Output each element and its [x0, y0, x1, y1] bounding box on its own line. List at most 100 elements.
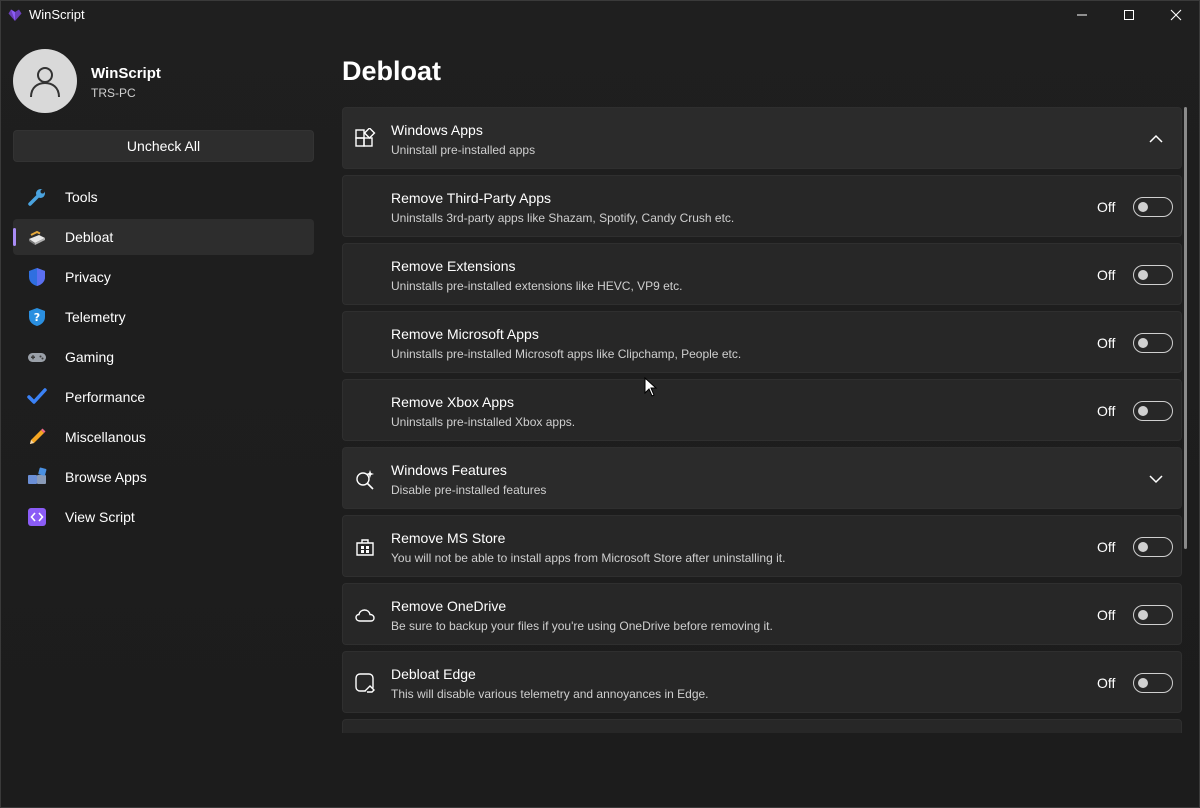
- toggle-state-label: Off: [1097, 267, 1116, 283]
- next-row-partial: [342, 719, 1182, 733]
- sidebar-item-label: Miscellanous: [65, 429, 146, 445]
- cloud-icon: [355, 609, 375, 622]
- toggle-knob: [1138, 338, 1148, 348]
- card-desc: Be sure to backup your files if you're u…: [391, 619, 773, 633]
- sidebar-item-label: Browse Apps: [65, 469, 147, 485]
- toggle-state-label: Off: [1097, 335, 1116, 351]
- svg-text:?: ?: [34, 311, 40, 324]
- remove-xbox-apps-toggle[interactable]: [1133, 401, 1173, 421]
- mouse-cursor-icon: [644, 377, 658, 397]
- user-icon: [30, 67, 60, 98]
- card-desc: Uninstalls 3rd-party apps like Shazam, S…: [391, 211, 735, 225]
- card-title: Remove Third-Party Apps: [391, 190, 552, 206]
- card-desc: This will disable various telemetry and …: [391, 687, 709, 701]
- chevron-down-icon[interactable]: [1148, 471, 1164, 487]
- sidebar-item-debloat[interactable]: Debloat: [13, 219, 314, 255]
- sidebar-item-label: Tools: [65, 189, 98, 205]
- card-desc: You will not be able to install apps fro…: [391, 551, 786, 565]
- card-desc: Uninstall pre-installed apps: [391, 143, 536, 157]
- close-button[interactable]: [1153, 1, 1199, 29]
- card-title: Windows Features: [391, 462, 507, 478]
- page-title: Debloat: [342, 56, 442, 86]
- user-name: WinScript: [91, 65, 161, 82]
- apps-grid-icon: [355, 128, 376, 147]
- remove-xbox-apps-row: Remove Xbox Apps Uninstalls pre-installe…: [342, 379, 1182, 441]
- card-desc: Uninstalls pre-installed Xbox apps.: [391, 415, 576, 429]
- broom-icon: [29, 230, 45, 245]
- minimize-icon: [1077, 14, 1087, 16]
- toggle-state-label: Off: [1097, 675, 1116, 691]
- card-desc: Disable pre-installed features: [391, 483, 547, 497]
- sparkle-search-icon: [356, 470, 374, 490]
- shield-question-icon: ?: [29, 308, 45, 326]
- settings-list[interactable]: Windows Apps Uninstall pre-installed app…: [342, 107, 1182, 733]
- remove-ms-store-toggle[interactable]: [1133, 537, 1173, 557]
- toggle-knob: [1138, 542, 1148, 552]
- window-title: WinScript: [29, 7, 85, 22]
- toggle-knob: [1138, 202, 1148, 212]
- sidebar-item-label: Telemetry: [65, 309, 126, 325]
- shield-icon: [29, 268, 45, 286]
- sidebar-item-view-script[interactable]: View Script: [13, 499, 314, 535]
- remove-onedrive-row: Remove OneDrive Be sure to backup your f…: [342, 583, 1182, 645]
- toggle-knob: [1138, 678, 1148, 688]
- edge-eraser-icon: [355, 673, 375, 693]
- pencil-icon: [30, 428, 46, 444]
- remove-third-party-apps-row: Remove Third-Party Apps Uninstalls 3rd-p…: [342, 175, 1182, 237]
- card-title: Remove Microsoft Apps: [391, 326, 539, 342]
- remove-onedrive-toggle[interactable]: [1133, 605, 1173, 625]
- remove-ms-store-row: Remove MS Store You will not be able to …: [342, 515, 1182, 577]
- remove-extensions-row: Remove Extensions Uninstalls pre-install…: [342, 243, 1182, 305]
- toggle-state-label: Off: [1097, 403, 1116, 419]
- remove-extensions-toggle[interactable]: [1133, 265, 1173, 285]
- scrollbar[interactable]: [1184, 107, 1187, 549]
- debloat-edge-row: Debloat Edge This will disable various t…: [342, 651, 1182, 713]
- sidebar-item-privacy[interactable]: Privacy: [13, 259, 314, 295]
- toggle-knob: [1138, 406, 1148, 416]
- host-name: TRS-PC: [91, 86, 136, 100]
- gamepad-icon: [28, 353, 46, 362]
- store-icon: [356, 539, 374, 556]
- title-bar[interactable]: WinScript: [1, 1, 1199, 29]
- sidebar-item-tools[interactable]: Tools: [13, 179, 314, 215]
- toggle-state-label: Off: [1097, 539, 1116, 555]
- code-icon: [28, 508, 46, 526]
- sidebar-item-label: Debloat: [65, 229, 114, 245]
- toggle-state-label: Off: [1097, 199, 1116, 215]
- card-title: Windows Apps: [391, 122, 483, 138]
- chevron-up-icon[interactable]: [1148, 131, 1164, 147]
- toggle-knob: [1138, 610, 1148, 620]
- card-title: Remove Extensions: [391, 258, 516, 274]
- close-icon: [1170, 9, 1182, 21]
- sidebar-item-miscellanous[interactable]: Miscellanous: [13, 419, 314, 455]
- sidebar-item-label: View Script: [65, 509, 135, 525]
- remove-microsoft-apps-toggle[interactable]: [1133, 333, 1173, 353]
- windows-features-expander[interactable]: Windows Features Disable pre-installed f…: [342, 447, 1182, 509]
- maximize-button[interactable]: [1106, 1, 1152, 29]
- checkmark-icon: [27, 388, 47, 404]
- minimize-button[interactable]: [1059, 1, 1105, 29]
- card-title: Debloat Edge: [391, 666, 476, 682]
- avatar: [13, 49, 77, 113]
- toggle-knob: [1138, 270, 1148, 280]
- toggle-state-label: Off: [1097, 607, 1116, 623]
- card-desc: Uninstalls pre-installed extensions like…: [391, 279, 683, 293]
- windows-apps-expander[interactable]: Windows Apps Uninstall pre-installed app…: [342, 107, 1182, 169]
- card-title: Remove MS Store: [391, 530, 506, 546]
- card-title: Remove OneDrive: [391, 598, 507, 614]
- sidebar-item-browse-apps[interactable]: Browse Apps: [13, 459, 314, 495]
- sidebar-item-label: Privacy: [65, 269, 111, 285]
- sidebar-item-label: Gaming: [65, 349, 115, 365]
- remove-microsoft-apps-row: Remove Microsoft Apps Uninstalls pre-ins…: [342, 311, 1182, 373]
- card-title: Remove Xbox Apps: [391, 394, 514, 410]
- app-window: WinScript WinScript TRS-PC Uncheck All T…: [0, 0, 1200, 808]
- remove-third-party-apps-toggle[interactable]: [1133, 197, 1173, 217]
- uncheck-all-button[interactable]: Uncheck All: [13, 130, 314, 162]
- apps-icon: [28, 467, 47, 484]
- sidebar-item-performance[interactable]: Performance: [13, 379, 314, 415]
- debloat-edge-toggle[interactable]: [1133, 673, 1173, 693]
- sidebar-item-telemetry[interactable]: ? Telemetry: [13, 299, 314, 335]
- sidebar-item-gaming[interactable]: Gaming: [13, 339, 314, 375]
- wrench-icon: [28, 189, 45, 206]
- card-desc: Uninstalls pre-installed Microsoft apps …: [391, 347, 742, 361]
